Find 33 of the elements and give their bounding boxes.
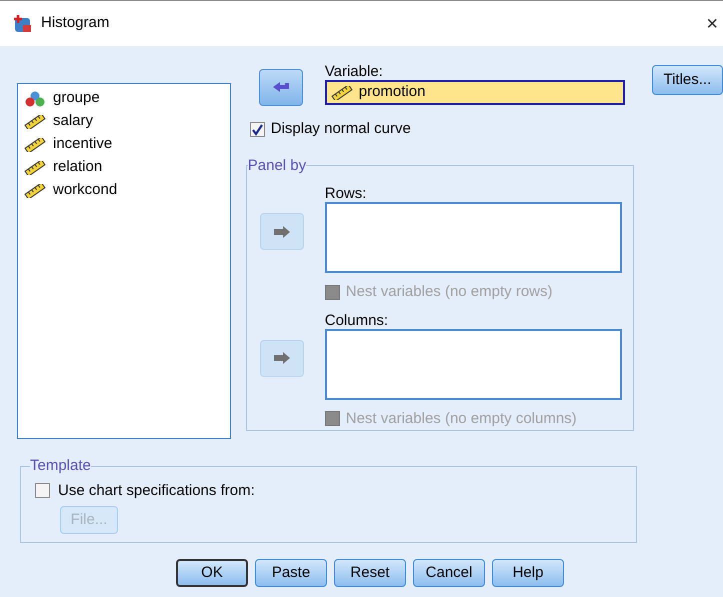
left-arrow-icon	[270, 80, 291, 94]
close-button[interactable]: ×	[706, 8, 718, 38]
template-title: Template	[30, 456, 91, 476]
rows-label: Rows:	[324, 184, 368, 202]
variable-item[interactable]: relation	[24, 156, 230, 179]
dialog-button[interactable]: Paste	[255, 559, 327, 587]
variable-item[interactable]: incentive	[24, 133, 230, 156]
nest-label: Nest variables (no empty rows)	[346, 282, 552, 302]
right-arrow-icon	[272, 351, 292, 365]
nest-label: Nest variables (no empty columns)	[346, 408, 577, 428]
columns-label: Columns:	[324, 310, 390, 328]
dialog-button[interactable]: Help	[492, 559, 564, 587]
normal-curve-label: Display normal curve	[270, 119, 411, 139]
normal-curve-checkbox[interactable]	[250, 122, 265, 137]
dialog-button[interactable]: Cancel	[413, 559, 485, 587]
histogram-window-icon	[13, 14, 33, 34]
columns-field[interactable]	[324, 328, 622, 400]
titles-button[interactable]: Titles...	[652, 65, 723, 95]
variable-item[interactable]: workcond	[24, 179, 230, 202]
right-arrow-icon	[272, 224, 292, 238]
circles-icon	[24, 90, 46, 106]
window-title: Histogram	[41, 13, 110, 34]
panel-by-title: Panel by	[248, 156, 306, 176]
variable-label: Variable:	[324, 62, 384, 80]
chart-spec-checkbox[interactable]	[35, 483, 50, 498]
move-button[interactable]	[258, 69, 303, 106]
variable-item[interactable]: salary	[24, 110, 230, 133]
dialog-button[interactable]: Reset	[334, 559, 406, 587]
rows-field[interactable]	[324, 202, 622, 273]
variable-field[interactable]: promotion	[324, 80, 625, 105]
dialog-button[interactable]: OK	[176, 559, 248, 587]
chart-spec-label: Use chart specifications from:	[58, 480, 255, 500]
variable-item[interactable]: groupe	[24, 87, 230, 110]
